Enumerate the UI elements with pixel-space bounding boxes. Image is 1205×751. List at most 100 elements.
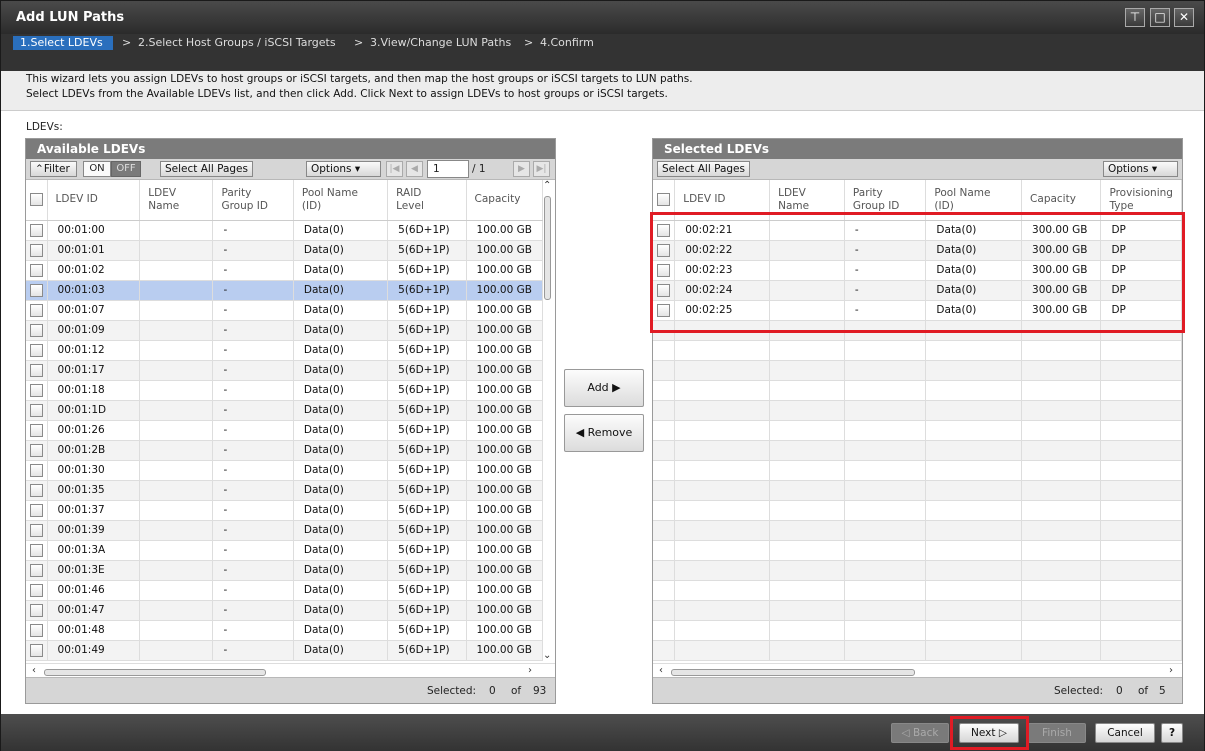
options-dropdown[interactable]: Options ▾ <box>1103 161 1178 177</box>
table-cell: 00:01:46 <box>47 580 141 601</box>
vertical-scroll-thumb[interactable] <box>544 196 551 300</box>
finish-button[interactable]: Finish <box>1028 723 1086 743</box>
table-row[interactable]: 00:01:30 - Data(0) 5(6D+1P) 100.00 GB <box>26 460 543 481</box>
column-header[interactable]: Pool Name (ID) <box>293 180 389 221</box>
next-page-icon[interactable]: ▶ <box>513 161 530 177</box>
row-checkbox[interactable] <box>30 523 43 537</box>
remove-button[interactable]: ◀ Remove <box>564 414 644 452</box>
table-row[interactable]: 00:01:2B - Data(0) 5(6D+1P) 100.00 GB <box>26 440 543 461</box>
horizontal-scroll-thumb[interactable] <box>671 669 915 676</box>
table-row[interactable]: 00:01:1D - Data(0) 5(6D+1P) 100.00 GB <box>26 400 543 421</box>
column-header[interactable]: Capacity <box>466 180 543 221</box>
table-cell <box>139 620 214 641</box>
first-page-icon[interactable]: |◀ <box>386 161 403 177</box>
row-checkbox[interactable] <box>30 223 43 237</box>
table-row[interactable]: 00:01:09 - Data(0) 5(6D+1P) 100.00 GB <box>26 320 543 341</box>
table-row[interactable]: 00:01:07 - Data(0) 5(6D+1P) 100.00 GB <box>26 300 543 321</box>
table-row[interactable]: 00:01:49 - Data(0) 5(6D+1P) 100.00 GB <box>26 640 543 661</box>
empty-cell <box>674 340 771 361</box>
row-checkbox[interactable] <box>30 583 43 597</box>
scroll-left-icon[interactable]: ‹ <box>659 665 663 676</box>
filter-on-toggle[interactable]: ON <box>83 161 111 177</box>
scroll-right-icon[interactable]: › <box>1169 665 1173 676</box>
table-row[interactable]: 00:01:35 - Data(0) 5(6D+1P) 100.00 GB <box>26 480 543 501</box>
row-checkbox[interactable] <box>30 243 43 257</box>
table-cell: Data(0) <box>293 420 389 441</box>
options-dropdown[interactable]: Options ▾ <box>306 161 381 177</box>
row-checkbox[interactable] <box>30 543 43 557</box>
page-number-input[interactable]: 1 <box>427 160 469 178</box>
empty-cell <box>1021 440 1102 461</box>
table-cell: 100.00 GB <box>466 300 543 321</box>
row-checkbox[interactable] <box>30 643 43 657</box>
row-checkbox[interactable] <box>30 403 43 417</box>
empty-cell <box>769 400 845 421</box>
select-all-pages-button[interactable]: Select All Pages <box>657 161 750 177</box>
table-row[interactable]: 00:01:00 - Data(0) 5(6D+1P) 100.00 GB <box>26 220 543 241</box>
help-button[interactable]: ? <box>1161 723 1183 743</box>
row-checkbox[interactable] <box>30 343 43 357</box>
available-vertical-scrollbar[interactable]: ⌃ ⌄ <box>542 180 553 661</box>
empty-cell <box>1021 480 1102 501</box>
empty-cell <box>1021 380 1102 401</box>
table-cell <box>139 340 214 361</box>
back-button[interactable]: ◁ Back <box>891 723 949 743</box>
table-row[interactable]: 00:01:02 - Data(0) 5(6D+1P) 100.00 GB <box>26 260 543 281</box>
select-all-pages-button[interactable]: Select All Pages <box>160 161 253 177</box>
row-checkbox[interactable] <box>30 623 43 637</box>
table-cell: - <box>212 240 294 261</box>
column-header[interactable]: LDEV Name <box>139 180 214 221</box>
filter-off-toggle[interactable]: OFF <box>111 161 141 177</box>
row-checkbox[interactable] <box>30 263 43 277</box>
table-row[interactable]: 00:01:03 - Data(0) 5(6D+1P) 100.00 GB <box>26 280 543 301</box>
horizontal-scroll-thumb[interactable] <box>44 669 266 676</box>
table-row[interactable]: 00:01:46 - Data(0) 5(6D+1P) 100.00 GB <box>26 580 543 601</box>
pin-icon[interactable]: ⊤ <box>1125 8 1145 27</box>
row-checkbox[interactable] <box>30 363 43 377</box>
scroll-left-icon[interactable]: ‹ <box>32 665 36 676</box>
scroll-down-icon[interactable]: ⌄ <box>543 650 551 661</box>
row-checkbox[interactable] <box>657 193 670 206</box>
table-row[interactable]: 00:01:39 - Data(0) 5(6D+1P) 100.00 GB <box>26 520 543 541</box>
empty-cell <box>674 600 771 621</box>
table-row[interactable]: 00:01:26 - Data(0) 5(6D+1P) 100.00 GB <box>26 420 543 441</box>
add-button[interactable]: Add ▶ <box>564 369 644 407</box>
empty-cell <box>1100 640 1182 661</box>
scroll-up-icon[interactable]: ⌃ <box>543 180 551 191</box>
table-row[interactable]: 00:01:48 - Data(0) 5(6D+1P) 100.00 GB <box>26 620 543 641</box>
table-cell: Data(0) <box>293 640 389 661</box>
column-header[interactable]: LDEV ID <box>47 180 141 221</box>
last-page-icon[interactable]: ▶| <box>533 161 550 177</box>
chevron-down-icon: ▾ <box>1151 163 1158 175</box>
column-header[interactable]: RAID Level <box>387 180 467 221</box>
close-icon[interactable]: ✕ <box>1174 8 1194 27</box>
row-checkbox[interactable] <box>30 463 43 477</box>
row-checkbox[interactable] <box>30 383 43 397</box>
maximize-icon[interactable]: □ <box>1150 8 1170 27</box>
filter-button[interactable]: ⌃Filter <box>30 161 77 177</box>
row-checkbox[interactable] <box>30 563 43 577</box>
row-checkbox[interactable] <box>30 283 43 297</box>
previous-page-icon[interactable]: ◀ <box>406 161 423 177</box>
table-row[interactable]: 00:01:17 - Data(0) 5(6D+1P) 100.00 GB <box>26 360 543 381</box>
available-footer: Selected: 0 of 93 <box>26 677 555 703</box>
table-row[interactable]: 00:01:01 - Data(0) 5(6D+1P) 100.00 GB <box>26 240 543 261</box>
cancel-button[interactable]: Cancel <box>1095 723 1155 743</box>
table-row[interactable]: 00:01:18 - Data(0) 5(6D+1P) 100.00 GB <box>26 380 543 401</box>
table-row[interactable]: 00:01:37 - Data(0) 5(6D+1P) 100.00 GB <box>26 500 543 521</box>
table-row[interactable]: 00:01:12 - Data(0) 5(6D+1P) 100.00 GB <box>26 340 543 361</box>
table-row[interactable]: 00:01:3A - Data(0) 5(6D+1P) 100.00 GB <box>26 540 543 561</box>
row-checkbox[interactable] <box>30 503 43 517</box>
table-row[interactable]: 00:01:47 - Data(0) 5(6D+1P) 100.00 GB <box>26 600 543 621</box>
row-checkbox[interactable] <box>30 323 43 337</box>
row-checkbox[interactable] <box>30 303 43 317</box>
row-checkbox[interactable] <box>30 443 43 457</box>
row-checkbox[interactable] <box>30 603 43 617</box>
scroll-right-icon[interactable]: › <box>528 665 532 676</box>
column-header[interactable]: Parity Group ID <box>212 180 294 221</box>
table-row[interactable]: 00:01:3E - Data(0) 5(6D+1P) 100.00 GB <box>26 560 543 581</box>
row-checkbox[interactable] <box>30 423 43 437</box>
row-checkbox[interactable] <box>30 483 43 497</box>
table-cell: Data(0) <box>293 340 389 361</box>
row-checkbox[interactable] <box>30 193 43 206</box>
